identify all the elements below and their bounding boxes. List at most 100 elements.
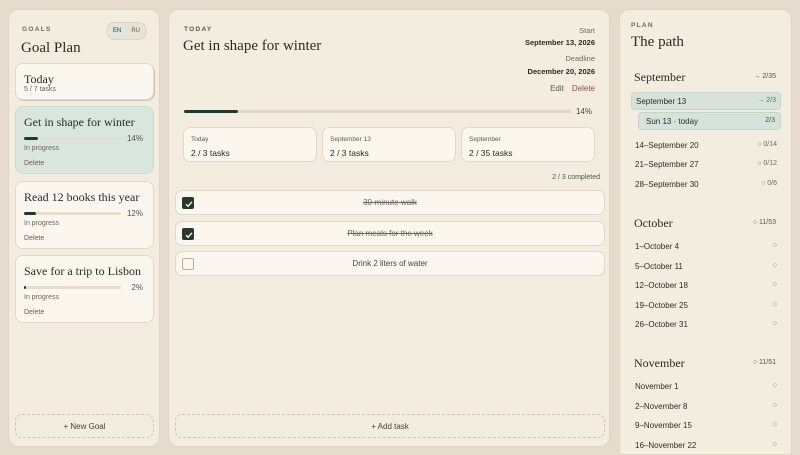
goal-delete-link[interactable]: Delete (24, 160, 44, 167)
goal-progress-bar (24, 137, 121, 140)
goal-progress-percent: 14% (575, 107, 592, 116)
goal-title: Read 12 books this year (24, 190, 140, 204)
week-label: 26–October 31 (635, 320, 688, 329)
plan-title: The path (631, 34, 684, 50)
week-count: → 2/3 (757, 97, 776, 104)
tasks-completed-count: 2 / 3 completed (552, 174, 600, 181)
week-count: ○ (772, 421, 777, 428)
goal-detail-panel: TODAY Get in shape for winter Start Sept… (168, 9, 610, 447)
language-ru-button[interactable]: RU (127, 25, 144, 37)
stat-label: Today (191, 136, 209, 143)
week-count: ○ (772, 402, 777, 409)
goal-card[interactable]: Read 12 books this year 12% In progress … (15, 181, 154, 249)
week-count: ○ (772, 301, 777, 308)
week-count: ○ 0/6 (761, 180, 777, 187)
goal-progress-fill (24, 286, 26, 289)
week-row[interactable]: 28–September 30 ○ 0/6 (631, 176, 781, 194)
goal-percent: 14% (126, 134, 143, 143)
task-text: 30-minute walk (363, 198, 417, 207)
week-label: 19–October 25 (635, 301, 688, 310)
week-count: ○ (772, 320, 777, 327)
week-label: 12–October 18 (635, 281, 688, 290)
week-label: 21–September 27 (635, 160, 699, 169)
today-card[interactable]: Today 5 / 7 tasks (15, 63, 154, 100)
week-row-active[interactable]: September 13 → 2/3 (631, 92, 781, 110)
new-goal-button[interactable]: + New Goal (15, 414, 154, 438)
goal-delete-link[interactable]: Delete (24, 235, 44, 242)
goal-title: Get in shape for winter (24, 115, 135, 129)
month-heading: November (634, 356, 685, 370)
stat-card-today: Today 2 / 3 tasks (183, 127, 317, 162)
week-count: ○ (772, 262, 777, 269)
plan-panel: PLAN The path September → 2/35 September… (619, 9, 792, 455)
week-row[interactable]: November 1 ○ (631, 378, 781, 396)
week-label: 28–September 30 (635, 180, 699, 189)
week-row[interactable]: 1–October 4 ○ (631, 238, 781, 256)
goal-card[interactable]: Get in shape for winter 14% In progress … (15, 106, 154, 174)
task-text: Drink 2 liters of water (352, 259, 428, 268)
today-card-subtitle: 5 / 7 tasks (24, 86, 56, 93)
tasks-section-kicker: TODAY (184, 26, 213, 33)
stat-label: September (469, 136, 501, 143)
week-label: September 13 (636, 97, 687, 106)
week-count: ○ (772, 281, 777, 288)
day-row-today[interactable]: Sun 13 · today 2/3 (638, 112, 781, 130)
week-label: 2–November 8 (635, 402, 688, 411)
stat-value: 2 / 35 tasks (469, 148, 513, 158)
week-row[interactable]: 12–October 18 ○ (631, 277, 781, 295)
month-count: ○ 11/51 (752, 359, 776, 366)
month-count: → 2/35 (753, 73, 776, 80)
deadline-date: December 20, 2026 (527, 67, 595, 76)
goal-title: Save for a trip to Lisbon (24, 264, 141, 278)
goal-status: In progress (24, 145, 60, 152)
week-row[interactable]: 21–September 27 ○ 0/12 (631, 156, 781, 174)
stat-card-month: September 2 / 35 tasks (461, 127, 595, 162)
task-text: Plan meals for the week (347, 229, 433, 238)
goal-progress-bar (24, 212, 121, 215)
week-row[interactable]: 16–November 22 ○ (631, 437, 781, 454)
week-count: ○ (772, 441, 777, 448)
month-count: ○ 11/53 (752, 219, 776, 226)
today-card-title: Today (24, 72, 54, 86)
week-row[interactable]: 26–October 31 ○ (631, 316, 781, 334)
week-row[interactable]: 14–September 20 ○ 0/14 (631, 137, 781, 155)
stat-label: September 13 (330, 136, 371, 143)
deadline-label: Deadline (565, 54, 595, 63)
language-en-button[interactable]: EN (108, 25, 126, 37)
add-task-button[interactable]: + Add task (175, 414, 605, 438)
start-label: Start (579, 26, 595, 35)
goal-progress-bar (24, 286, 121, 289)
month-heading: September (634, 70, 686, 84)
language-switcher: EN RU (105, 22, 147, 40)
goal-delete-link[interactable]: Delete (24, 309, 44, 316)
goal-progress-fill (184, 110, 239, 113)
week-count: ○ 0/14 (757, 141, 777, 148)
week-label: 9–November 15 (635, 421, 692, 430)
goal-percent: 12% (126, 209, 143, 218)
week-count: ○ (772, 382, 777, 389)
week-row[interactable]: 19–October 25 ○ (631, 297, 781, 315)
goal-progress-fill (24, 212, 36, 215)
week-row[interactable]: 5–October 11 ○ (631, 258, 781, 276)
day-label: Sun 13 · today (646, 117, 699, 126)
sidebar-title: Goal Plan (21, 40, 81, 56)
goal-status: In progress (24, 220, 60, 227)
week-row[interactable]: 9–November 15 ○ (631, 417, 781, 435)
stat-value: 2 / 3 tasks (191, 148, 230, 158)
task-row[interactable]: Plan meals for the week (175, 221, 605, 246)
task-row[interactable]: Drink 2 liters of water (175, 251, 605, 276)
stat-card-day: September 13 2 / 3 tasks (322, 127, 456, 162)
week-row[interactable]: 2–November 8 ○ (631, 398, 781, 416)
goals-sidebar: GOALS EN RU Goal Plan Today 5 / 7 tasks … (8, 9, 160, 447)
week-label: November 1 (635, 382, 679, 391)
goal-progress-bar (184, 110, 571, 113)
week-count: ○ (772, 242, 777, 249)
stat-value: 2 / 3 tasks (330, 148, 369, 158)
goal-progress-fill (24, 137, 38, 140)
day-count: 2/3 (765, 117, 775, 124)
week-label: 5–October 11 (635, 262, 683, 271)
goal-card[interactable]: Save for a trip to Lisbon 2% In progress… (15, 255, 154, 323)
delete-goal-link[interactable]: Delete (572, 84, 595, 93)
task-row[interactable]: 30-minute walk (175, 190, 605, 215)
edit-goal-link[interactable]: Edit (550, 84, 564, 93)
